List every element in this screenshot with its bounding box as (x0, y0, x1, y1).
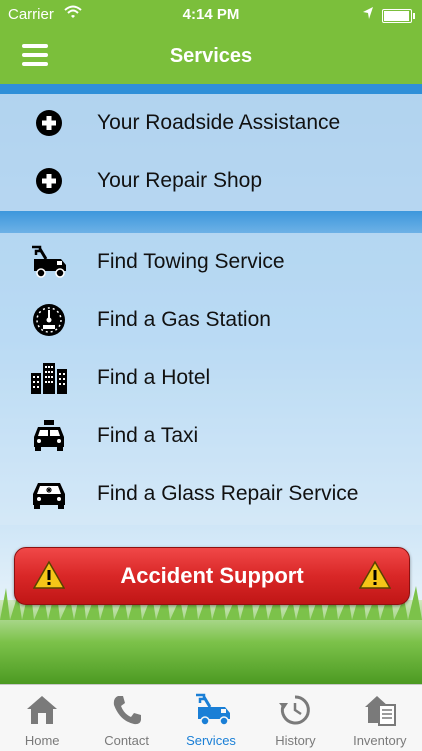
tow-truck-icon (194, 693, 231, 727)
tab-history[interactable]: History (253, 685, 337, 751)
tab-inventory[interactable]: Inventory (338, 685, 422, 751)
my-services-list: Your Roadside Assistance Your Repair Sho… (0, 94, 422, 211)
find-gas-station-item[interactable]: Find a Gas Station (0, 291, 422, 349)
phone-icon (110, 693, 144, 727)
inventory-icon (363, 693, 397, 727)
list-item-label: Find a Glass Repair Service (97, 482, 359, 505)
list-item-label: Your Roadside Assistance (97, 111, 341, 134)
clock: 4:14 PM (182, 6, 240, 23)
tab-label: Inventory (353, 733, 407, 748)
warning-icon (358, 560, 392, 590)
gauge-icon (30, 303, 68, 337)
list-item-label: Find a Hotel (97, 366, 211, 389)
history-icon (278, 693, 312, 727)
accident-support-button[interactable]: Accident Support (14, 547, 410, 605)
repair-shop-item[interactable]: Your Repair Shop (0, 152, 422, 210)
tab-label: Services (186, 733, 236, 748)
list-item-label: Your Repair Shop (97, 169, 263, 192)
find-taxi-item[interactable]: Find a Taxi (0, 407, 422, 465)
nav-bar: Services (0, 30, 422, 84)
taxi-icon (30, 419, 68, 453)
list-item-label: Find a Gas Station (97, 308, 271, 331)
tow-truck-icon (30, 245, 68, 279)
section-divider (0, 84, 422, 94)
location-arrow-icon (362, 6, 374, 24)
plus-circle-icon (30, 106, 68, 140)
page-title: Services (169, 45, 253, 67)
tab-label: History (275, 733, 316, 748)
car-glass-icon (30, 477, 68, 511)
tab-services[interactable]: Services (169, 685, 253, 751)
section-divider (0, 211, 422, 233)
roadside-assistance-item[interactable]: Your Roadside Assistance (0, 94, 422, 152)
find-towing-item[interactable]: Find Towing Service (0, 233, 422, 291)
tab-contact[interactable]: Contact (84, 685, 168, 751)
tab-home[interactable]: Home (0, 685, 84, 751)
plus-circle-icon (30, 164, 68, 198)
tab-bar: Home Contact Services History Inventory (0, 684, 422, 751)
find-hotel-item[interactable]: Find a Hotel (0, 349, 422, 407)
tab-label: Home (24, 733, 60, 748)
accident-support-label: Accident Support (120, 563, 304, 588)
list-item-label: Find a Taxi (97, 424, 199, 447)
tab-label: Contact (104, 733, 150, 748)
buildings-icon (30, 361, 68, 395)
grass-background (0, 582, 422, 684)
status-bar: Carrier 4:14 PM (0, 0, 422, 30)
find-glass-repair-item[interactable]: Find a Glass Repair Service (0, 465, 422, 523)
list-item-label: Find Towing Service (97, 250, 285, 273)
find-services-list: Find Towing Service Find a Gas Station F… (0, 233, 422, 525)
house-icon (25, 693, 59, 727)
battery-icon (382, 9, 415, 23)
